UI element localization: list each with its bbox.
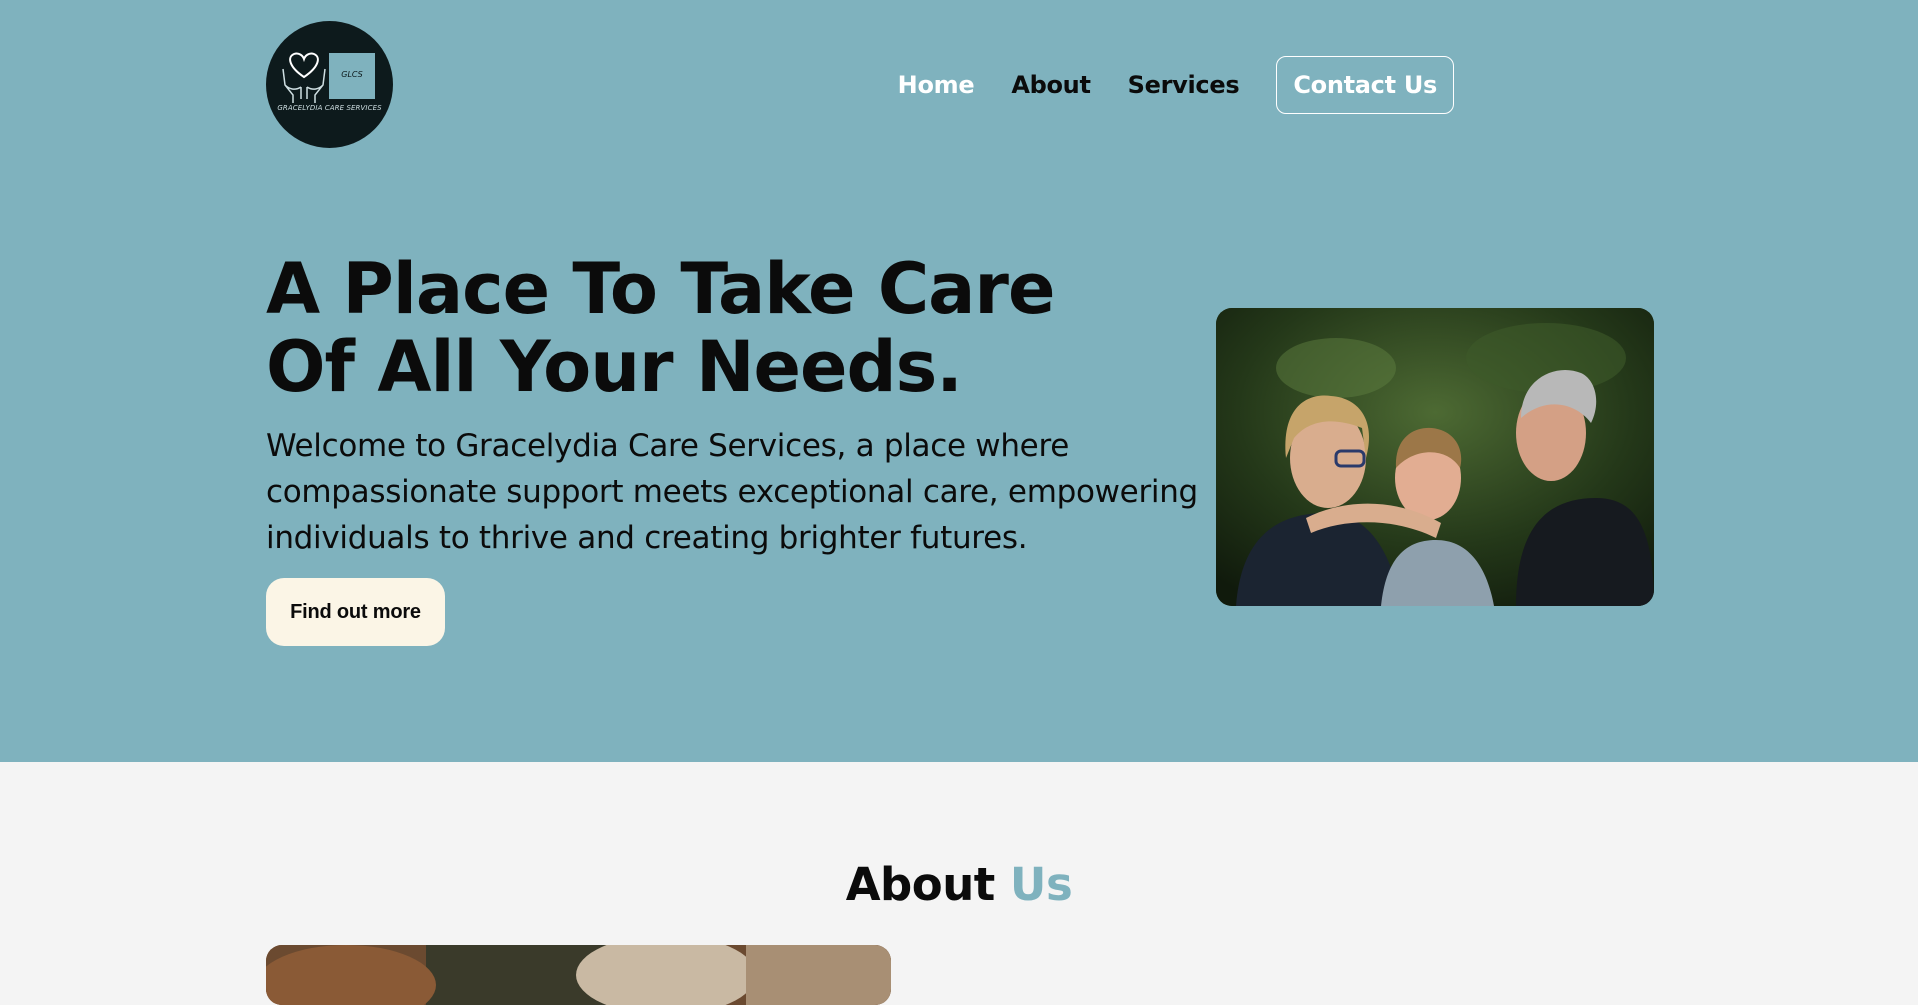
heart-hands-icon: [282, 52, 326, 103]
family-photo-image: [1216, 308, 1654, 606]
about-photo-image: [266, 945, 891, 1005]
hero-section: GLCS GRACELYDIA CARE SERVICES Home About…: [0, 0, 1918, 762]
hero-family-photo: [1216, 308, 1654, 606]
find-out-more-button[interactable]: Find out more: [266, 578, 445, 646]
main-nav: Home About Services Contact Us: [861, 56, 1454, 114]
about-photo: [266, 945, 891, 1005]
about-heading: About Us: [0, 858, 1918, 911]
contact-us-button[interactable]: Contact Us: [1276, 56, 1454, 114]
logo-abbreviation: GLCS: [341, 70, 363, 79]
nav-about-link[interactable]: About: [1011, 71, 1091, 99]
logo-wordmark: GRACELYDIA CARE SERVICES: [277, 104, 382, 112]
about-heading-accent: Us: [1009, 858, 1073, 911]
about-heading-main: About: [845, 858, 996, 911]
nav-services-link[interactable]: Services: [1128, 71, 1240, 99]
logo[interactable]: GLCS GRACELYDIA CARE SERVICES: [266, 21, 393, 148]
nav-home-link[interactable]: Home: [898, 71, 975, 99]
hero-description: Welcome to Gracelydia Care Services, a p…: [266, 428, 1198, 556]
hero-heading: A Place To Take Care Of All Your Needs.: [266, 248, 1055, 408]
